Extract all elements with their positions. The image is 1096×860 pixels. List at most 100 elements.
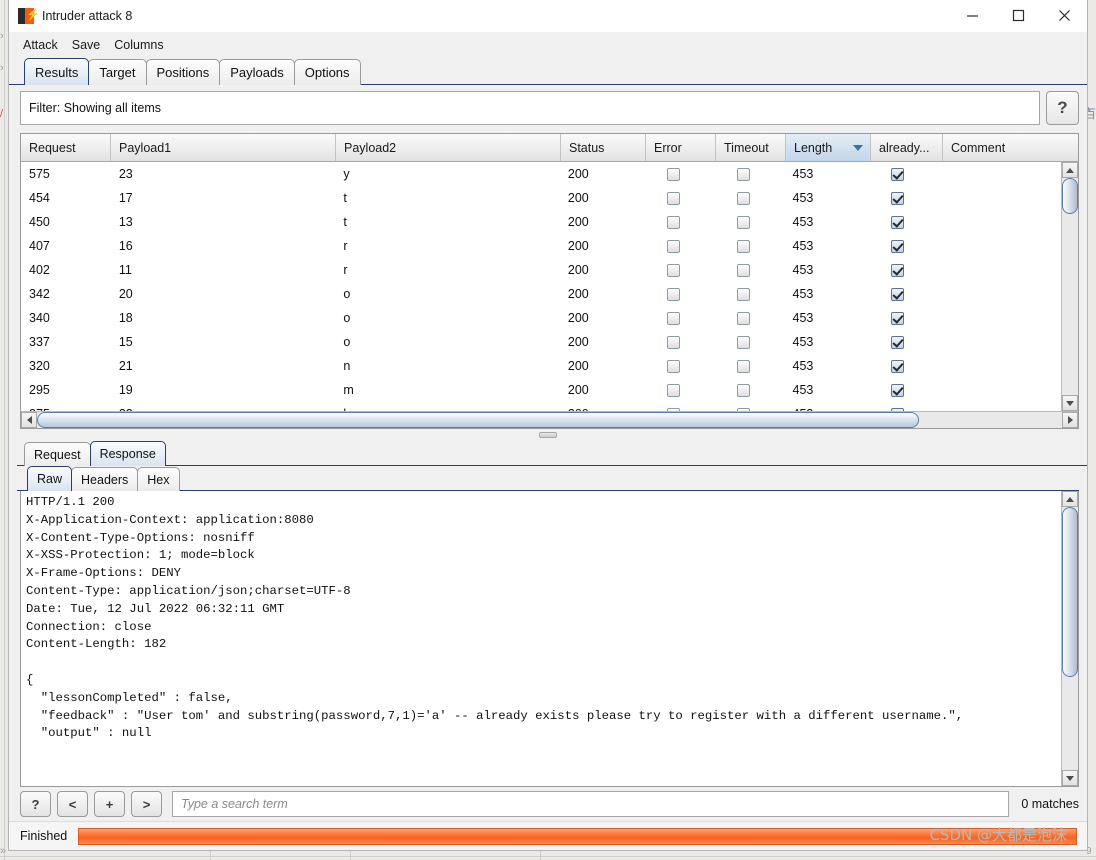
checkbox-checked-icon[interactable] [891, 407, 905, 411]
response-raw-text[interactable]: HTTP/1.1 200 X-Application-Context: appl… [21, 491, 1061, 786]
cell-timeout[interactable] [715, 263, 785, 277]
column-header-timeout[interactable]: Timeout [716, 134, 786, 161]
cell-error[interactable] [645, 215, 715, 229]
results-horizontal-scrollbar[interactable] [21, 411, 1078, 428]
cell-already[interactable] [869, 191, 941, 205]
checkbox-unchecked-icon[interactable] [666, 167, 680, 181]
column-header-length[interactable]: Length [786, 134, 871, 161]
response-scroll-thumb[interactable] [1062, 507, 1078, 677]
table-row[interactable]: 402 11 r 200 453 [21, 258, 1061, 282]
cell-timeout[interactable] [715, 311, 785, 325]
cell-already[interactable] [869, 239, 941, 253]
cell-timeout[interactable] [715, 359, 785, 373]
scroll-down-icon[interactable] [1062, 770, 1078, 786]
table-row[interactable]: 450 13 t 200 453 [21, 210, 1061, 234]
cell-error[interactable] [645, 287, 715, 301]
checkbox-checked-icon[interactable] [891, 239, 905, 253]
checkbox-unchecked-icon[interactable] [666, 335, 680, 349]
results-hscroll-thumb[interactable] [37, 412, 919, 428]
cell-already[interactable] [869, 263, 941, 277]
cell-already[interactable] [869, 311, 941, 325]
checkbox-unchecked-icon[interactable] [736, 191, 750, 205]
checkbox-unchecked-icon[interactable] [736, 359, 750, 373]
checkbox-unchecked-icon[interactable] [666, 311, 680, 325]
filter-bar[interactable]: Filter: Showing all items [20, 91, 1040, 125]
response-scroll-track[interactable] [1062, 507, 1078, 770]
menu-save[interactable]: Save [72, 38, 101, 52]
checkbox-unchecked-icon[interactable] [666, 263, 680, 277]
cell-error[interactable] [645, 335, 715, 349]
tab-positions[interactable]: Positions [145, 59, 221, 85]
checkbox-unchecked-icon[interactable] [666, 359, 680, 373]
checkbox-unchecked-icon[interactable] [736, 239, 750, 253]
cell-already[interactable] [869, 359, 941, 373]
table-row[interactable]: 342 20 o 200 453 [21, 282, 1061, 306]
column-header-error[interactable]: Error [646, 134, 716, 161]
checkbox-checked-icon[interactable] [891, 191, 905, 205]
search-prev-button[interactable]: < [57, 791, 88, 817]
column-header-request[interactable]: Request [21, 134, 111, 161]
scroll-left-icon[interactable] [21, 412, 37, 428]
table-row[interactable]: 295 19 m 200 453 [21, 378, 1061, 402]
search-add-button[interactable]: + [94, 791, 125, 817]
table-row[interactable]: 407 16 r 200 453 [21, 234, 1061, 258]
checkbox-unchecked-icon[interactable] [666, 239, 680, 253]
checkbox-unchecked-icon[interactable] [736, 383, 750, 397]
checkbox-unchecked-icon[interactable] [666, 287, 680, 301]
checkbox-unchecked-icon[interactable] [736, 287, 750, 301]
checkbox-checked-icon[interactable] [891, 311, 905, 325]
checkbox-checked-icon[interactable] [891, 263, 905, 277]
cell-already[interactable] [869, 383, 941, 397]
cell-error[interactable] [645, 191, 715, 205]
column-header-payload1[interactable]: Payload1 [111, 134, 336, 161]
table-row[interactable]: 337 15 o 200 453 [21, 330, 1061, 354]
tab-options[interactable]: Options [293, 59, 361, 85]
table-row[interactable]: 27522l200453 [21, 402, 1061, 411]
scroll-down-icon[interactable] [1062, 395, 1078, 411]
checkbox-checked-icon[interactable] [891, 215, 905, 229]
tab-request[interactable]: Request [24, 442, 91, 466]
column-header-already[interactable]: already... [871, 134, 943, 161]
results-hscroll-track[interactable] [37, 412, 1062, 428]
cell-error[interactable] [645, 311, 715, 325]
tab-raw[interactable]: Raw [27, 466, 73, 491]
tab-payloads[interactable]: Payloads [219, 59, 295, 85]
cell-already[interactable] [869, 167, 941, 181]
search-next-button[interactable]: > [131, 791, 162, 817]
results-scroll-track[interactable] [1062, 178, 1078, 395]
minimize-icon[interactable] [949, 0, 995, 31]
checkbox-checked-icon[interactable] [891, 287, 905, 301]
cell-already[interactable] [869, 335, 941, 349]
scroll-up-icon[interactable] [1062, 491, 1078, 507]
checkbox-checked-icon[interactable] [891, 359, 905, 373]
cell-error[interactable] [645, 359, 715, 373]
cell-timeout[interactable] [715, 335, 785, 349]
splitter-grip[interactable] [539, 431, 557, 438]
filter-help-button[interactable]: ? [1046, 91, 1079, 125]
cell-error[interactable] [645, 239, 715, 253]
search-help-button[interactable]: ? [20, 791, 51, 817]
checkbox-unchecked-icon[interactable] [666, 215, 680, 229]
results-vertical-scrollbar[interactable] [1061, 162, 1078, 411]
tab-results[interactable]: Results [24, 58, 90, 85]
table-row[interactable]: 320 21 n 200 453 [21, 354, 1061, 378]
checkbox-unchecked-icon[interactable] [736, 215, 750, 229]
cell-error[interactable] [645, 383, 715, 397]
checkbox-unchecked-icon[interactable] [666, 383, 680, 397]
column-header-comment[interactable]: Comment [943, 134, 1078, 161]
table-row[interactable]: 575 23 y 200 453 [21, 162, 1061, 186]
cell-timeout[interactable] [715, 239, 785, 253]
cell-already[interactable] [869, 287, 941, 301]
pane-splitter[interactable] [9, 429, 1087, 440]
response-vertical-scrollbar[interactable] [1061, 491, 1078, 786]
cell-timeout[interactable] [715, 215, 785, 229]
cell-timeout[interactable] [715, 167, 785, 181]
checkbox-unchecked-icon[interactable] [736, 311, 750, 325]
tab-hex[interactable]: Hex [137, 467, 180, 491]
menu-columns[interactable]: Columns [114, 38, 163, 52]
checkbox-checked-icon[interactable] [891, 167, 905, 181]
cell-error[interactable] [645, 167, 715, 181]
search-input[interactable]: Type a search term [172, 791, 1010, 817]
scroll-right-icon[interactable] [1062, 412, 1078, 428]
checkbox-unchecked-icon[interactable] [736, 263, 750, 277]
